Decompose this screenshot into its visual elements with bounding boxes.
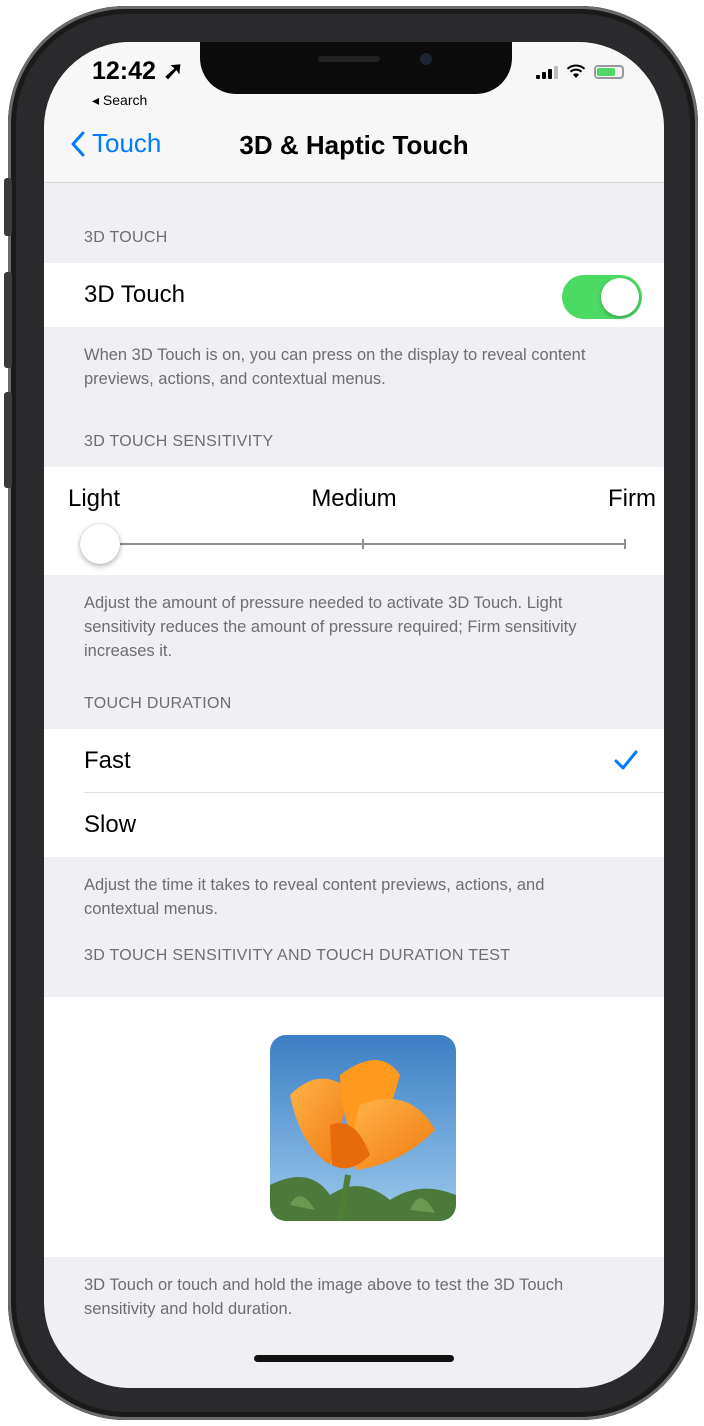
slider-tick-firm	[624, 539, 626, 549]
section-header-3d-touch: 3D TOUCH	[44, 183, 664, 263]
test-footer: 3D Touch or touch and hold the image abo…	[84, 1276, 564, 1318]
navigation-bar: Touch 3D & Haptic Touch	[44, 112, 664, 183]
section-header-label: 3D TOUCH SENSITIVITY	[84, 433, 274, 450]
duration-option-slow[interactable]: Slow	[44, 793, 664, 857]
home-indicator[interactable]	[254, 1355, 454, 1362]
status-time: 12:42 ➚	[92, 57, 184, 85]
test-image-cell	[44, 997, 664, 1257]
battery-icon	[594, 64, 624, 79]
page-title: 3D & Haptic Touch	[239, 130, 469, 160]
section-header-duration: TOUCH DURATION	[44, 683, 664, 729]
3d-touch-cell: 3D Touch	[44, 263, 664, 327]
wifi-icon	[566, 64, 586, 78]
section-header-test: 3D TOUCH SENSITIVITY AND TOUCH DURATION …	[44, 941, 664, 981]
notch	[200, 42, 512, 94]
speaker-grille	[318, 56, 380, 62]
cellular-signal-icon	[536, 65, 558, 79]
volume-up-button	[4, 272, 12, 368]
flower-image	[270, 1035, 456, 1221]
section-header-label: 3D TOUCH	[84, 229, 168, 246]
slider-tick-medium	[362, 539, 364, 549]
3d-touch-footer: When 3D Touch is on, you can press on th…	[84, 346, 586, 388]
duration-option-label: Fast	[84, 747, 131, 774]
sensitivity-slider-track[interactable]	[98, 539, 626, 549]
front-camera	[420, 53, 432, 65]
slider-label-firm: Firm	[608, 485, 656, 512]
sensitivity-slider-cell: Light Medium Firm	[44, 467, 664, 575]
back-to-app-link[interactable]: ◂ Search	[92, 92, 147, 109]
mute-switch	[4, 178, 12, 236]
volume-down-button	[4, 392, 12, 488]
slider-label-medium: Medium	[311, 485, 397, 512]
checkmark-icon	[614, 750, 638, 770]
section-header-sensitivity: 3D TOUCH SENSITIVITY	[44, 411, 664, 467]
duration-option-fast[interactable]: Fast	[44, 729, 664, 793]
section-header-label: 3D TOUCH SENSITIVITY AND TOUCH DURATION …	[84, 947, 511, 964]
status-icons	[536, 64, 624, 79]
duration-option-label: Slow	[84, 811, 137, 838]
3d-touch-label: 3D Touch	[84, 281, 185, 308]
3d-touch-toggle[interactable]	[562, 275, 642, 319]
toggle-knob	[601, 278, 639, 316]
sensitivity-footer: Adjust the amount of pressure needed to …	[84, 594, 577, 660]
test-image-flower[interactable]	[270, 1035, 456, 1221]
settings-content: 3D TOUCH 3D Touch When 3D Touch is on, y…	[44, 183, 664, 1337]
sensitivity-slider-thumb[interactable]	[80, 524, 120, 564]
section-header-label: TOUCH DURATION	[84, 695, 232, 712]
duration-footer: Adjust the time it takes to reveal conte…	[84, 876, 545, 918]
screen: 12:42 ➚ ◂ Search Touch 3D & Haptic Touch…	[44, 42, 664, 1388]
